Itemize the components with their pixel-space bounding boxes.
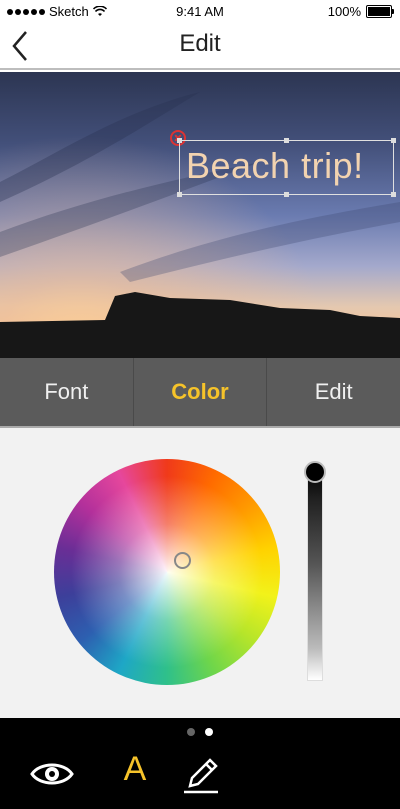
nav-bar: Edit <box>0 24 400 70</box>
resize-handle[interactable] <box>391 138 396 143</box>
page-dot[interactable] <box>187 728 195 736</box>
status-bar: Sketch 9:41 AM 100% <box>0 0 400 24</box>
sunset-image <box>0 92 400 358</box>
edit-tabs: Font Color Edit <box>0 358 400 428</box>
brightness-slider[interactable] <box>304 461 326 681</box>
bottom-toolbar: A <box>0 718 400 809</box>
resize-handle[interactable] <box>177 192 182 197</box>
pen-icon <box>184 758 218 794</box>
overlay-text: Beach trip! <box>186 145 364 186</box>
resize-handle[interactable] <box>284 192 289 197</box>
resize-handle[interactable] <box>284 138 289 143</box>
resize-handle[interactable] <box>177 138 182 143</box>
tab-font[interactable]: Font <box>0 358 134 426</box>
battery-label: 100% <box>327 4 361 19</box>
text-overlay-box[interactable]: Beach trip! <box>177 138 396 197</box>
eye-icon <box>30 763 74 785</box>
battery-icon <box>366 5 394 18</box>
photo-canvas[interactable]: Beach trip! <box>0 72 400 358</box>
color-wheel[interactable] <box>54 459 280 685</box>
color-selector-knob[interactable] <box>174 552 191 569</box>
text-tool-button[interactable]: A <box>113 747 157 791</box>
brightness-slider-thumb[interactable] <box>304 461 326 483</box>
draw-button[interactable] <box>180 752 224 796</box>
resize-handle[interactable] <box>391 192 396 197</box>
tab-edit[interactable]: Edit <box>267 358 400 426</box>
page-title: Edit <box>179 30 221 57</box>
color-picker-panel <box>0 428 400 718</box>
page-dot-active[interactable] <box>205 728 213 736</box>
preview-button[interactable] <box>30 752 74 796</box>
page-indicator <box>0 728 400 736</box>
tab-color[interactable]: Color <box>134 358 268 426</box>
